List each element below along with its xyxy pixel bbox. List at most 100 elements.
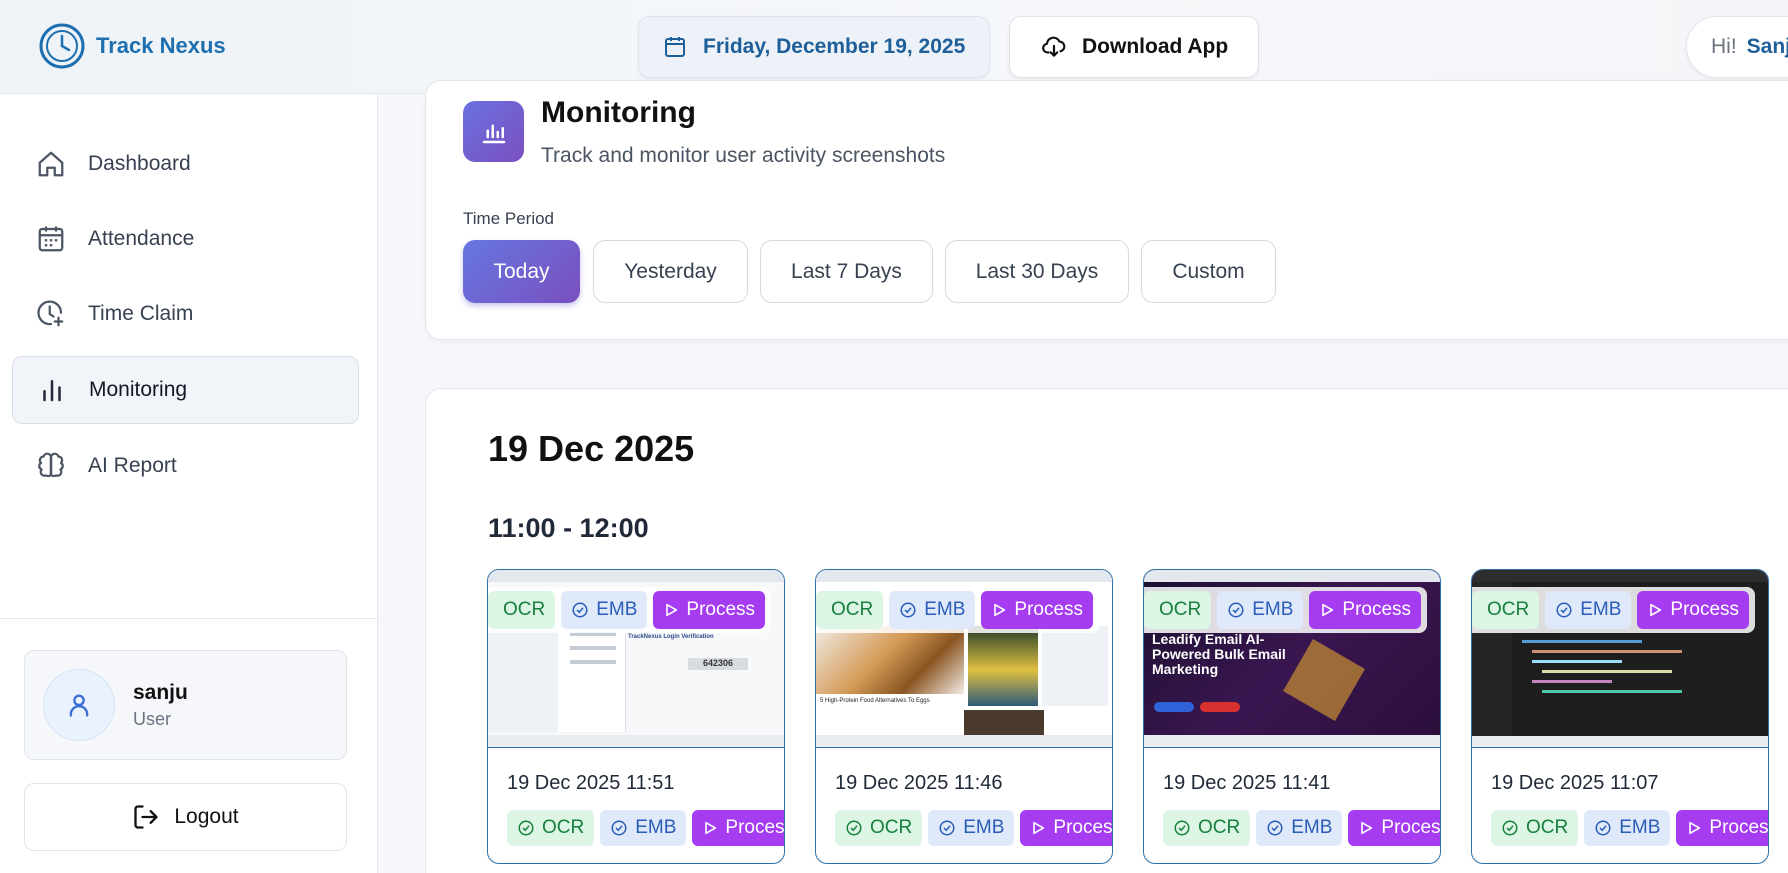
process-button[interactable]: Process <box>1637 591 1750 629</box>
process-button[interactable]: Process <box>1309 591 1422 629</box>
status-chips: OCR EMB Proces <box>1163 810 1440 846</box>
screenshot-timestamp: 19 Dec 2025 11:51 <box>507 772 675 794</box>
user-greeting[interactable]: Hi! Sanj <box>1686 16 1788 78</box>
ocr-badge[interactable]: OCR <box>1491 810 1579 846</box>
screenshot-card[interactable]: OCR EMB Process 19 Dec 2025 11:07 OCR EM… <box>1471 569 1769 864</box>
check-circle-icon <box>611 820 627 836</box>
play-icon <box>994 603 1006 617</box>
user-name: sanju <box>133 680 188 704</box>
ocr-badge[interactable]: OCR <box>816 591 884 629</box>
status-chips: OCR EMB Proces <box>507 810 784 846</box>
cloud-download-icon <box>1042 36 1066 57</box>
period-last-30-days-button[interactable]: Last 30 Days <box>945 240 1129 303</box>
user-icon <box>69 694 89 717</box>
emb-badge[interactable]: EMB <box>1256 810 1343 846</box>
check-circle-icon <box>572 602 588 618</box>
process-button[interactable]: Proces <box>1020 810 1112 846</box>
brand-name: Track Nexus <box>96 33 226 58</box>
play-icon <box>1322 603 1334 617</box>
home-icon <box>38 151 64 177</box>
process-button[interactable]: Process <box>653 591 766 629</box>
clock-logo-icon <box>39 23 85 69</box>
check-circle-icon <box>1595 820 1611 836</box>
screenshot-card[interactable]: 5 High-Protein Food Alternatives To Eggs… <box>815 569 1113 864</box>
period-custom-button[interactable]: Custom <box>1141 240 1276 303</box>
ocr-badge[interactable]: OCR <box>488 591 556 629</box>
page-subtitle: Track and monitor user activity screensh… <box>541 144 946 167</box>
play-icon <box>1689 821 1701 835</box>
screenshot-timestamp: 19 Dec 2025 11:46 <box>835 772 1003 794</box>
play-icon <box>1361 821 1373 835</box>
emb-badge[interactable]: EMB <box>928 810 1015 846</box>
thumb-caption: 5 High-Protein Food Alternatives To Eggs <box>820 698 930 704</box>
bar-chart-icon <box>43 380 61 402</box>
brain-icon <box>38 452 64 478</box>
emb-badge[interactable]: EMB <box>1545 591 1632 629</box>
action-chips-overlay: OCR EMB Process <box>1472 587 1756 633</box>
ocr-badge[interactable]: OCR <box>1472 591 1540 629</box>
action-chips-overlay: OCR EMB Process <box>816 587 1100 633</box>
status-chips: OCR EMB Proces <box>835 810 1112 846</box>
period-yesterday-button[interactable]: Yesterday <box>593 240 748 303</box>
emb-badge[interactable]: EMB <box>561 591 648 629</box>
brand[interactable]: Track Nexus <box>38 22 226 70</box>
play-icon <box>666 603 678 617</box>
day-heading: 19 Dec 2025 <box>488 428 695 469</box>
process-button[interactable]: Proces <box>1676 810 1768 846</box>
period-today-button[interactable]: Today <box>463 240 580 303</box>
check-circle-icon <box>1502 820 1518 836</box>
ocr-badge[interactable]: OCR <box>507 810 595 846</box>
check-circle-icon <box>1174 820 1190 836</box>
logout-button[interactable]: Logout <box>24 783 347 851</box>
sidebar-item-label: Time Claim <box>88 302 194 325</box>
sidebar-item-monitoring[interactable]: Monitoring <box>12 356 359 424</box>
sidebar-item-time-claim[interactable]: Time Claim <box>12 280 359 348</box>
action-chips-overlay: OCR EMB Process <box>488 587 772 633</box>
screenshot-card[interactable]: Leadify Email AI-Powered Bulk Email Mark… <box>1143 569 1441 864</box>
emb-badge[interactable]: EMB <box>600 810 687 846</box>
process-button[interactable]: Proces <box>692 810 784 846</box>
user-card[interactable]: sanju User <box>24 650 347 760</box>
time-period-label: Time Period <box>463 209 555 228</box>
sidebar-item-label: AI Report <box>88 454 177 477</box>
greeting-text: Hi! <box>1711 35 1737 58</box>
ocr-badge[interactable]: OCR <box>1144 591 1212 629</box>
thumb-caption: Leadify Email AI-Powered Bulk Email Mark… <box>1152 631 1286 677</box>
play-icon <box>1033 821 1045 835</box>
check-circle-icon <box>900 602 916 618</box>
sidebar-divider <box>0 618 378 619</box>
calendar-icon <box>38 226 64 252</box>
screenshot-card[interactable]: TrackNexus Login Verification 642306 OCR… <box>487 569 785 864</box>
sidebar: Dashboard Attendance Time Claim Monitori… <box>0 94 378 873</box>
sidebar-item-label: Dashboard <box>88 152 191 175</box>
emb-badge[interactable]: EMB <box>889 591 976 629</box>
calendar-icon <box>665 37 685 57</box>
period-last-7-days-button[interactable]: Last 7 Days <box>760 240 933 303</box>
process-button[interactable]: Process <box>981 591 1094 629</box>
check-circle-icon <box>1267 820 1283 836</box>
sidebar-item-ai-report[interactable]: AI Report <box>12 432 359 500</box>
current-date: Friday, December 19, 2025 <box>703 35 966 58</box>
date-display[interactable]: Friday, December 19, 2025 <box>638 16 990 78</box>
hour-range-heading: 11:00 - 12:00 <box>488 513 649 543</box>
screenshot-timestamp: 19 Dec 2025 11:07 <box>1491 772 1659 794</box>
sidebar-item-attendance[interactable]: Attendance <box>12 205 359 273</box>
ocr-badge[interactable]: OCR <box>835 810 923 846</box>
avatar <box>43 669 115 741</box>
emb-badge[interactable]: EMB <box>1584 810 1671 846</box>
download-app-button[interactable]: Download App <box>1009 16 1259 78</box>
play-icon <box>1650 603 1662 617</box>
emb-badge[interactable]: EMB <box>1217 591 1304 629</box>
sidebar-item-dashboard[interactable]: Dashboard <box>12 130 359 198</box>
sidebar-item-label: Monitoring <box>89 378 188 401</box>
check-circle-icon <box>846 820 862 836</box>
thumb-caption: TrackNexus Login Verification <box>628 634 714 640</box>
process-button[interactable]: Proces <box>1348 810 1440 846</box>
thumb-code: 642306 <box>688 658 748 670</box>
bar-chart-icon <box>482 124 505 143</box>
check-circle-icon <box>939 820 955 836</box>
ocr-badge[interactable]: OCR <box>1163 810 1251 846</box>
sidebar-item-label: Attendance <box>88 227 195 250</box>
monitoring-badge <box>463 101 524 162</box>
logout-label: Logout <box>174 805 239 828</box>
